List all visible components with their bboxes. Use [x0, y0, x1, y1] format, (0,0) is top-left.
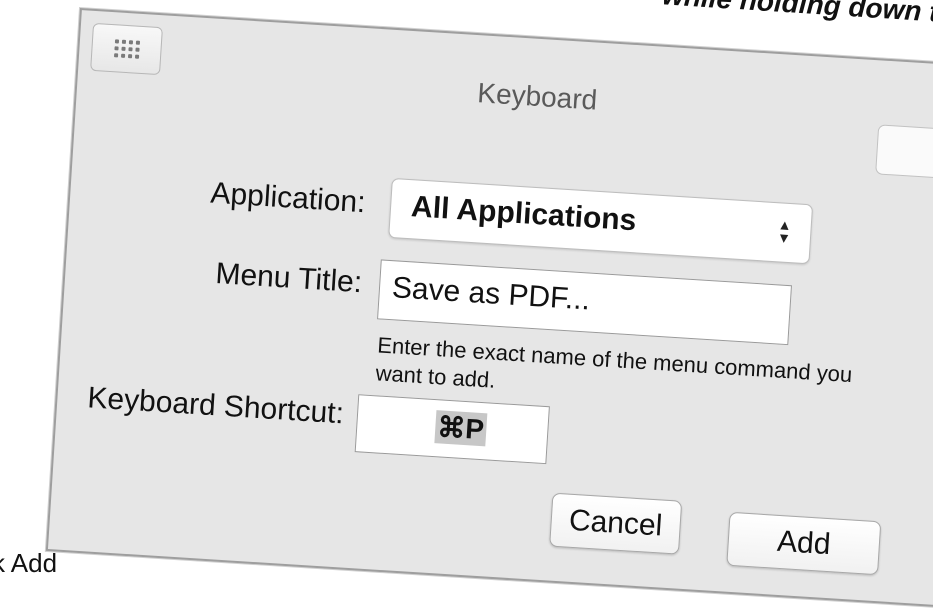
keyboard-shortcut-value: ⌘P — [434, 410, 488, 447]
keyboard-shortcut-label: Keyboard Shortcut: — [86, 381, 345, 431]
background-instruction-top: while holding down t — [661, 0, 933, 28]
keyboard-dialog: Keyboard Application: All Applications ▲… — [45, 8, 933, 609]
menu-title-input[interactable]: Save as PDF... — [377, 259, 792, 346]
up-down-chevron-icon: ▲ ▼ — [776, 216, 793, 247]
toolbar-button-right[interactable] — [875, 124, 933, 182]
dialog-window: Keyboard Application: All Applications ▲… — [45, 8, 933, 609]
application-label: Application: — [209, 176, 367, 220]
application-select[interactable]: All Applications ▲ ▼ — [388, 177, 814, 265]
application-select-value: All Applications — [410, 190, 638, 238]
background-instruction-bottom: k Add — [0, 548, 58, 578]
menu-title-label: Menu Title: — [214, 257, 364, 300]
keyboard-shortcut-input[interactable]: ⌘P — [354, 394, 550, 465]
cancel-button[interactable]: Cancel — [549, 492, 683, 555]
add-button[interactable]: Add — [726, 511, 882, 576]
menu-title-value: Save as PDF... — [391, 271, 592, 317]
window-title: Keyboard — [476, 77, 599, 116]
